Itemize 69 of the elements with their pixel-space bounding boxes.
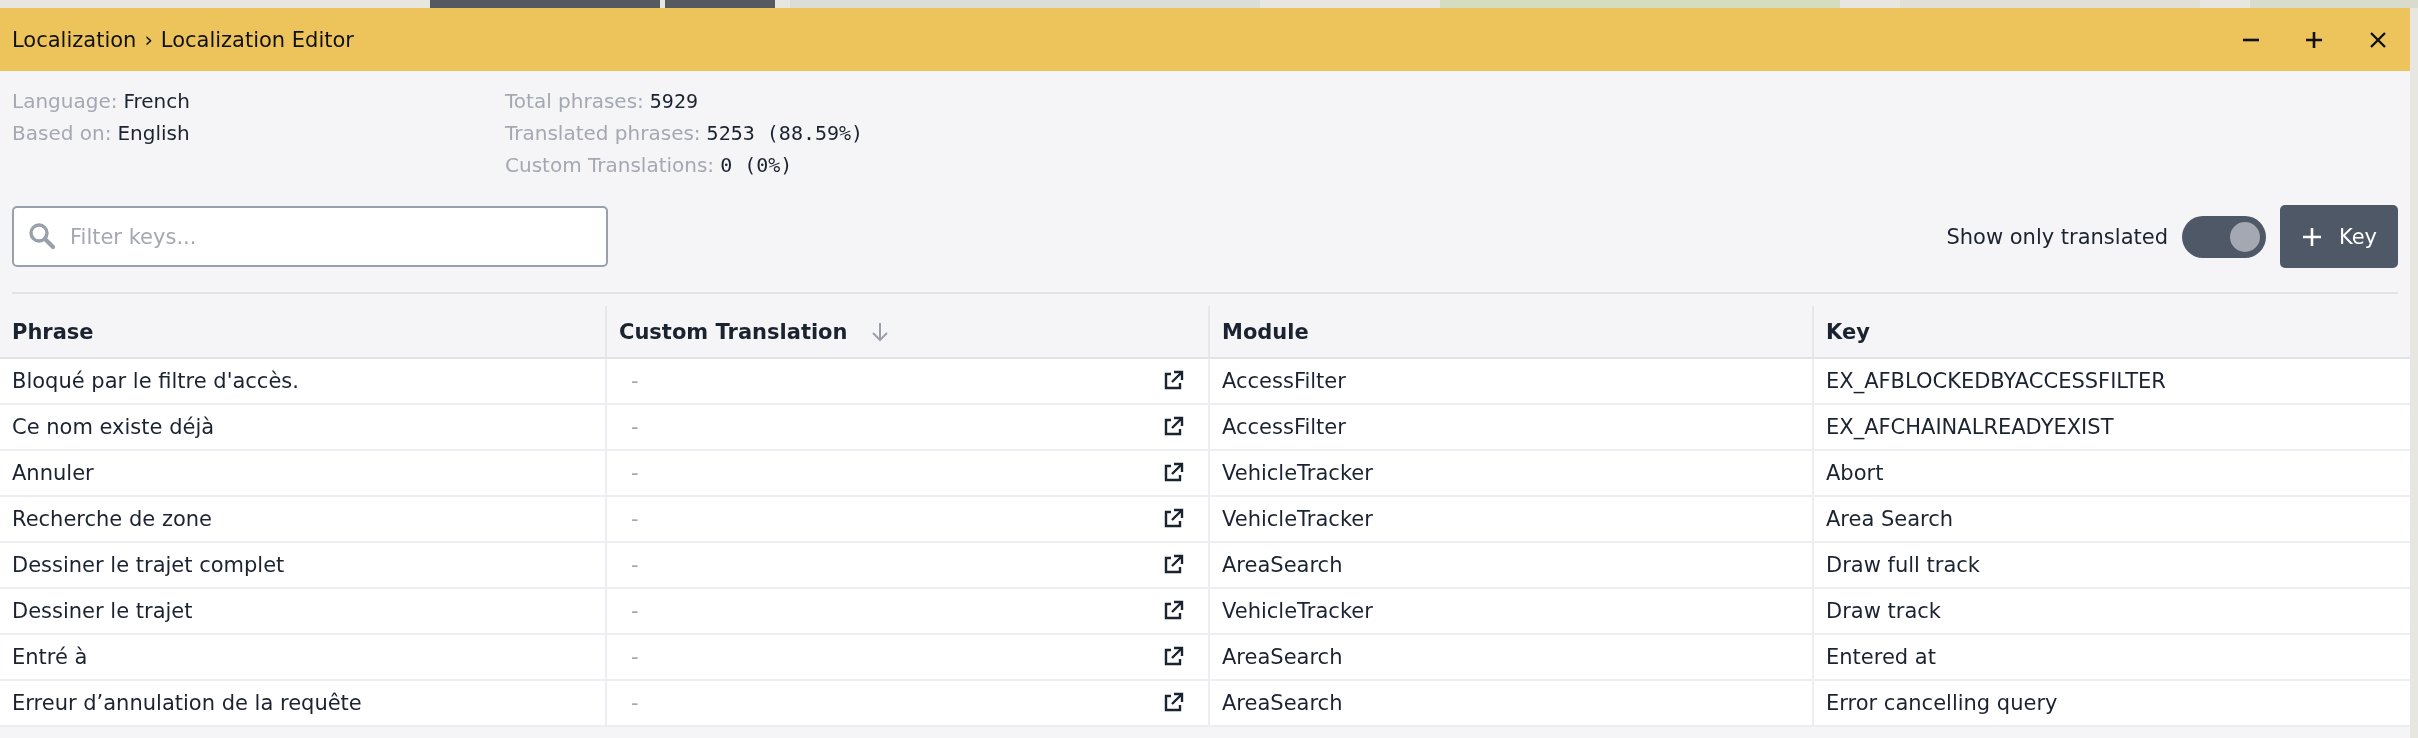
sort-arrow-icon xyxy=(869,320,890,343)
info-label: Total phrases: xyxy=(505,89,644,113)
close-icon xyxy=(2368,29,2388,50)
table-cell: VehicleTracker xyxy=(1208,589,1812,633)
add-key-button[interactable]: Key xyxy=(2280,205,2398,268)
table-cell: AreaSearch xyxy=(1208,635,1812,679)
table-cell: Draw full track xyxy=(1812,543,2410,587)
toggle-switch[interactable] xyxy=(2182,215,2266,258)
table-cell: AccessFilter xyxy=(1208,359,1812,403)
search-field[interactable]: Filter keys... xyxy=(12,206,608,267)
table-cell-text: Ce nom existe déjà xyxy=(11,414,216,441)
info-value: French xyxy=(123,89,190,113)
table-cell: Draw track xyxy=(1812,589,2410,633)
table-cell: AccessFilter xyxy=(1208,405,1812,449)
minimize-button[interactable] xyxy=(2242,37,2260,42)
table-cell-text: Erreur d’annulation de la requête xyxy=(11,690,363,717)
info-label: Translated phrases: xyxy=(505,121,701,145)
table-cell-text: Dessiner le trajet complet xyxy=(11,552,286,579)
table-cell: VehicleTracker xyxy=(1208,451,1812,495)
column-header[interactable]: Custom Translation xyxy=(605,306,1208,357)
info-label: Custom Translations: xyxy=(505,153,715,177)
external-link-icon[interactable] xyxy=(1162,416,1184,438)
external-link-icon[interactable] xyxy=(1162,462,1184,484)
column-header[interactable]: Key xyxy=(1812,306,2410,357)
external-link-icon[interactable] xyxy=(1162,600,1184,622)
column-header[interactable]: Phrase xyxy=(0,306,605,357)
table-cell: - xyxy=(631,599,639,623)
table-cell: EX_AFBLOCKEDBYACCESSFILTER xyxy=(1812,359,2410,403)
table-cell: - xyxy=(631,691,639,715)
table-cell: AreaSearch xyxy=(1208,681,1812,725)
table-cell: - xyxy=(631,507,639,531)
table-cell: - xyxy=(631,415,639,439)
info-label: Language: xyxy=(12,89,118,113)
table-cell: - xyxy=(631,645,639,669)
maximize-button[interactable] xyxy=(2304,29,2324,50)
table-cell-text: Entré à xyxy=(11,644,89,671)
breadcrumb-item[interactable]: Localization Editor xyxy=(160,27,354,52)
table-cell-text: Recherche de zone xyxy=(11,506,213,533)
info-value: 5929 xyxy=(649,89,698,113)
info-value: 0 (0%) xyxy=(720,153,793,177)
breadcrumb-item[interactable]: Localization xyxy=(12,27,137,52)
info-value: English xyxy=(117,121,190,145)
table-cell-text: Dessiner le trajet xyxy=(11,598,194,625)
table-cell-text: Bloqué par le filtre d'accès. xyxy=(11,368,300,395)
table-cell: Area Search xyxy=(1812,497,2410,541)
minus-icon xyxy=(2242,37,2260,42)
info-value: 5253 (88.59%) xyxy=(706,121,864,145)
external-link-icon[interactable] xyxy=(1162,646,1184,668)
toggle-label: Show only translated xyxy=(1946,224,2168,249)
table-cell: Error cancelling query xyxy=(1812,681,2410,725)
table-cell: - xyxy=(631,461,639,485)
table-cell: Entered at xyxy=(1812,635,2410,679)
breadcrumb-separator: › xyxy=(144,27,153,52)
table-cell: Abort xyxy=(1812,451,2410,495)
table-cell: VehicleTracker xyxy=(1208,497,1812,541)
close-button[interactable] xyxy=(2368,29,2388,50)
external-link-icon[interactable] xyxy=(1162,508,1184,530)
external-link-icon[interactable] xyxy=(1162,554,1184,576)
plus-icon xyxy=(2300,225,2323,248)
external-link-icon[interactable] xyxy=(1162,370,1184,392)
table-cell: - xyxy=(631,553,639,577)
info-label: Based on: xyxy=(12,121,112,145)
table-cell-text: Annuler xyxy=(11,460,95,487)
table-cell: AreaSearch xyxy=(1208,543,1812,587)
table-cell: EX_AFCHAINALREADYEXIST xyxy=(1812,405,2410,449)
column-header[interactable]: Module xyxy=(1208,306,1812,357)
external-link-icon[interactable] xyxy=(1162,692,1184,714)
plus-icon xyxy=(2304,29,2324,50)
table-cell: - xyxy=(631,369,639,393)
